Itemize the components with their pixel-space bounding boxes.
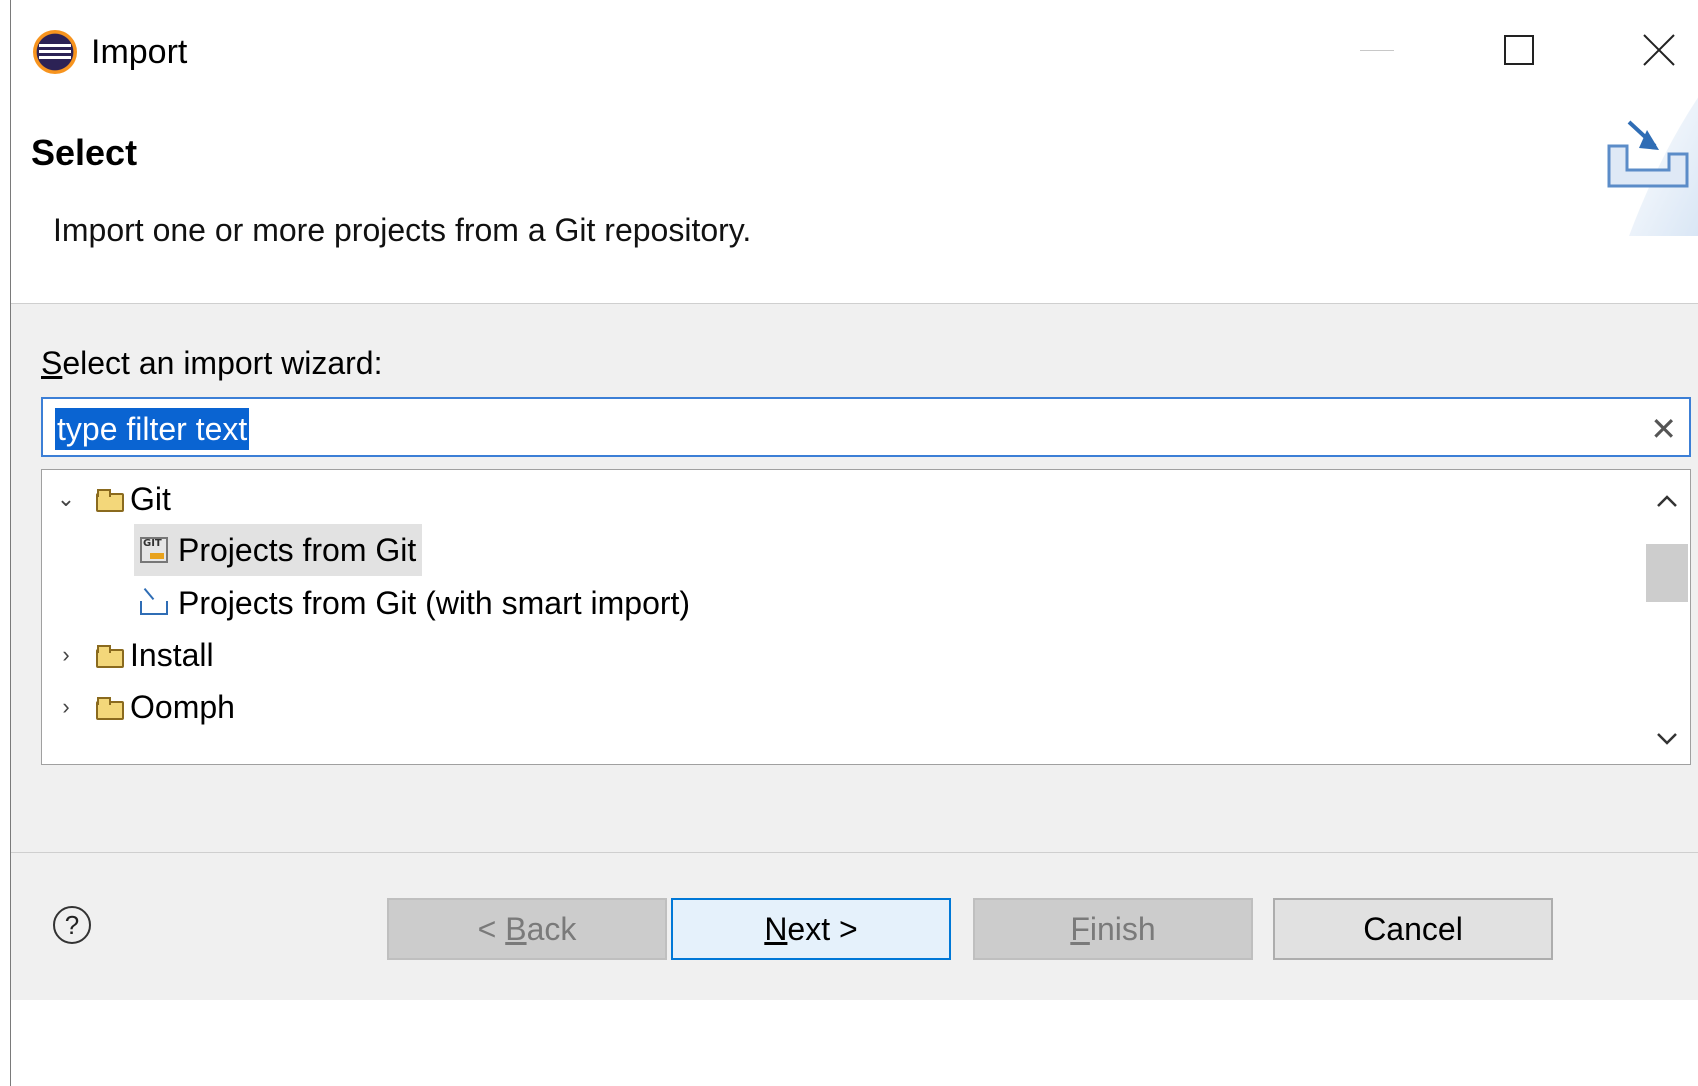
wizard-tree[interactable]: ⌄ Git GIT Projects from Git Projects fro… [41, 469, 1691, 765]
filter-input-value[interactable]: type filter text [55, 408, 250, 450]
footer-separator [11, 852, 1698, 853]
back-button[interactable]: < Back [387, 898, 667, 960]
tree-item-label: Projects from Git (with smart import) [178, 584, 691, 621]
tree-item-label: Oomph [130, 688, 235, 725]
eclipse-app-icon [33, 30, 77, 74]
page-title: Select [31, 132, 138, 173]
minimize-icon [1360, 49, 1394, 51]
chevron-right-icon[interactable]: › [56, 642, 76, 668]
finish-button-mnemonic: F [1070, 910, 1090, 947]
next-button-label: ext > [787, 910, 858, 947]
background-strip [0, 0, 10, 1086]
close-icon [1643, 34, 1675, 66]
finish-button-label: inish [1089, 910, 1156, 947]
select-wizard-label-text: elect an import wizard: [62, 345, 383, 381]
dialog-bottom-edge [11, 1000, 1698, 1086]
scroll-up-arrow[interactable] [1644, 476, 1690, 526]
wizard-content: Select an import wizard: type filter tex… [11, 305, 1698, 922]
import-dialog: Import Select Import one or more project… [10, 0, 1698, 1086]
window-title: Import [91, 33, 188, 71]
cancel-button-label: Cancel [1363, 910, 1463, 947]
help-icon: ? [64, 909, 80, 940]
chevron-down-icon[interactable]: ⌄ [56, 486, 76, 512]
chevron-right-icon[interactable]: › [56, 694, 76, 720]
finish-button[interactable]: Finish [973, 898, 1253, 960]
filter-input[interactable]: type filter text ✕ [41, 397, 1691, 457]
maximize-button[interactable] [1471, 20, 1567, 80]
import-wizard-banner-icon [1607, 97, 1698, 236]
folder-icon [96, 697, 124, 720]
tree-item-projects-from-git[interactable]: GIT Projects from Git [134, 524, 423, 576]
page-description: Import one or more projects from a Git r… [53, 212, 752, 248]
folder-icon [96, 645, 124, 668]
maximize-icon [1504, 35, 1534, 65]
tree-item-git[interactable]: ⌄ Git [56, 472, 171, 526]
help-button[interactable]: ? [53, 906, 91, 944]
close-button[interactable] [1611, 20, 1698, 80]
select-wizard-label: Select an import wizard: [41, 345, 382, 382]
minimize-button[interactable] [1329, 20, 1425, 80]
select-wizard-label-mnemonic: S [41, 345, 63, 381]
tree-item-label: Projects from Git [178, 531, 417, 568]
tree-item-label: Install [130, 636, 214, 673]
cancel-button[interactable]: Cancel [1273, 898, 1553, 960]
tree-item-projects-from-git-smart[interactable]: Projects from Git (with smart import) [140, 576, 690, 630]
vertical-scrollbar[interactable] [1644, 470, 1690, 764]
wizard-header: Select Import one or more projects from … [11, 96, 1698, 304]
next-button[interactable]: Next > [671, 898, 951, 960]
folder-icon [96, 489, 124, 512]
back-button-mnemonic: B [505, 910, 527, 947]
tree-item-install[interactable]: › Install [56, 628, 214, 682]
chevron-up-icon [1657, 495, 1677, 507]
back-button-prefix: < [477, 910, 506, 947]
scroll-thumb[interactable] [1646, 544, 1688, 602]
clear-filter-icon[interactable]: ✕ [1650, 409, 1677, 449]
git-import-icon: GIT [140, 537, 168, 563]
title-bar: Import [11, 0, 1698, 96]
tree-item-label: Git [130, 480, 171, 517]
next-button-mnemonic: N [764, 910, 788, 947]
smart-import-icon [140, 601, 168, 615]
back-button-label: ack [526, 910, 577, 947]
chevron-down-icon [1657, 733, 1677, 745]
scroll-down-arrow[interactable] [1644, 714, 1690, 764]
tree-item-oomph[interactable]: › Oomph [56, 680, 235, 734]
